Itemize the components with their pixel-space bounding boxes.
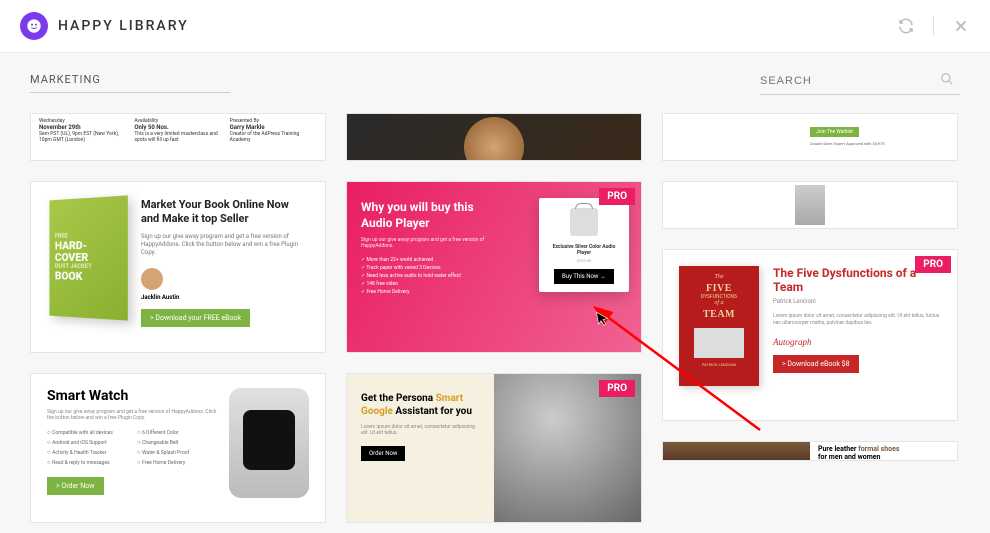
author-name: Jacklin Austin	[141, 294, 309, 301]
desc: Creator of the AdPress Training Academy	[230, 131, 317, 143]
app-logo	[20, 12, 48, 40]
order-button[interactable]: Order Now	[361, 446, 405, 461]
join-button[interactable]: Join The Waitlist	[810, 127, 859, 137]
card-title: Smart Watch	[47, 388, 217, 404]
card-desc: Lorem ipsum dolor sit amet, consectetur …	[361, 424, 480, 436]
category-filter[interactable]: MARKETING	[30, 73, 230, 93]
template-card-five-dysfunctions[interactable]: PRO The FIVE DYSFUNCTIONS of a TEAM PATR…	[662, 249, 958, 421]
template-card[interactable]: WednesdayNovember 29thSem PST (UL), 9pm …	[30, 113, 326, 161]
popup-price: $239.00	[547, 258, 621, 263]
card-desc: Sign up our give away program and get a …	[141, 233, 309, 258]
card-title: Pure leather formal shoes for men and wo…	[810, 442, 957, 460]
template-card[interactable]	[346, 113, 642, 161]
watch-image	[229, 388, 309, 498]
refresh-icon[interactable]	[897, 17, 915, 35]
desc: This is a very limited masterclass and s…	[134, 131, 221, 143]
pro-badge: PRO	[599, 380, 635, 397]
pro-badge: PRO	[599, 188, 635, 205]
template-card-persona[interactable]: PRO Get the Persona Smart Google Assista…	[346, 373, 642, 523]
feature: Read & reply to messages	[47, 459, 127, 466]
feature: Changeable Belt	[137, 439, 217, 446]
feature: Free Home Delivery	[137, 459, 217, 466]
download-button[interactable]: > Download your FREE eBook	[141, 309, 250, 327]
card-desc: Lorem ipsum dolor sit amet, consectetur …	[773, 313, 941, 327]
feature: 6 Different Color	[137, 429, 217, 436]
feature: Activity & Health Tracker	[47, 449, 127, 456]
person-image	[795, 185, 825, 225]
divider	[933, 16, 934, 36]
search-wrap	[760, 71, 960, 95]
desc: Sem PST (UL), 9pm EST (New York), 10pm G…	[39, 131, 126, 143]
filter-bar: MARKETING	[0, 53, 990, 103]
search-input[interactable]	[760, 75, 930, 87]
template-card-book[interactable]: FREE HARD- COVER DUST JACKET BOOK Market…	[30, 181, 326, 353]
search-icon[interactable]	[940, 71, 954, 90]
feature: Compatible with all devices	[47, 429, 127, 436]
leather-image	[663, 442, 810, 460]
download-button[interactable]: > Download eBook $8	[773, 355, 859, 373]
join-subtext: Double Dare: Expert Approved with $5,975	[810, 141, 953, 146]
feature: Water & Splash Proof	[137, 449, 217, 456]
card-title: Market Your Book Online Now and Make it …	[141, 198, 309, 227]
template-grid: WednesdayNovember 29thSem PST (UL), 9pm …	[0, 103, 990, 533]
close-icon[interactable]	[952, 17, 970, 35]
template-card-audio[interactable]: PRO Why you will buy this Audio Player S…	[346, 181, 642, 353]
header-left: HAPPY LIBRARY	[20, 12, 189, 40]
signature: Autograph	[773, 337, 941, 347]
card-desc: Sign up our give away program and get a …	[361, 237, 491, 249]
template-card[interactable]: Join The Waitlist Double Dare: Expert Ap…	[662, 113, 958, 161]
app-title: HAPPY LIBRARY	[58, 18, 189, 34]
template-card-leather[interactable]: Pure leather formal shoes for men and wo…	[662, 441, 958, 461]
value: November 29th	[39, 124, 126, 131]
popup-title: Exclusive Silver Color Audio Player	[547, 244, 621, 256]
card-title: Get the Persona Smart Google Assistant f…	[361, 392, 480, 418]
food-image	[464, 117, 524, 161]
product-popup: Exclusive Silver Color Audio Player $239…	[539, 198, 629, 292]
card-desc: Sign up our give away program and get a …	[47, 409, 217, 421]
author-name: Patrick Lencioni	[773, 298, 941, 305]
feature: Android and iOS Support	[47, 439, 127, 446]
value: Garry Markle	[230, 124, 317, 131]
template-card-watch[interactable]: Smart Watch Sign up our give away progra…	[30, 373, 326, 523]
pro-badge: PRO	[915, 256, 951, 273]
avatar	[141, 268, 163, 290]
order-button[interactable]: > Order Now	[47, 477, 104, 495]
buy-button[interactable]: Buy This Now →	[554, 269, 614, 284]
header-right	[897, 16, 970, 36]
book-cover: FREE HARD- COVER DUST JACKET BOOK	[49, 195, 127, 320]
value: Only 50 Nos.	[134, 124, 221, 131]
card-title: Why you will buy this Audio Player	[361, 200, 491, 231]
book-cover: The FIVE DYSFUNCTIONS of a TEAM PATRICK …	[679, 266, 759, 386]
bag-icon	[570, 208, 598, 236]
template-card[interactable]	[662, 181, 958, 229]
header: HAPPY LIBRARY	[0, 0, 990, 53]
